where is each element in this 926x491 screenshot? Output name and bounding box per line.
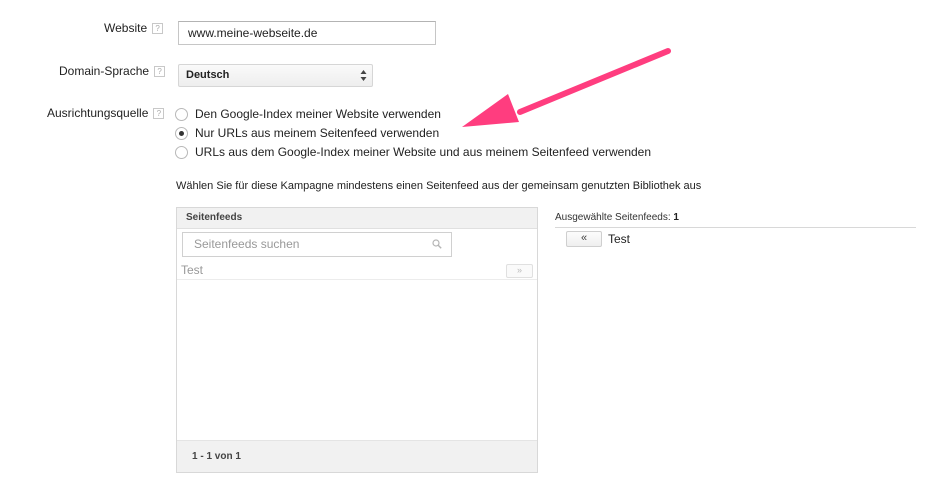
radio-button[interactable] — [175, 146, 188, 159]
help-icon[interactable]: ? — [153, 108, 165, 119]
feed-library-panel: Seitenfeeds Seitenfeeds suchen Test » 1 … — [176, 207, 538, 473]
website-input[interactable]: www.meine-webseite.de — [178, 21, 436, 45]
remove-feed-button[interactable]: « — [566, 230, 602, 247]
select-arrows-icon — [360, 70, 367, 81]
radio-label: Nur URLs aus meinem Seitenfeed verwenden — [195, 126, 440, 140]
feed-instruction-text: Wählen Sie für diese Kampagne mindestens… — [176, 180, 702, 192]
help-icon[interactable]: ? — [152, 23, 164, 34]
selected-feeds-header: Ausgewählte Seitenfeeds: 1 — [555, 212, 916, 228]
add-feed-button[interactable]: » — [506, 264, 533, 278]
help-icon[interactable]: ? — [154, 66, 166, 77]
search-placeholder: Seitenfeeds suchen — [194, 237, 300, 251]
website-label: Website? — [104, 21, 164, 35]
selected-feed-label: Test — [608, 231, 631, 246]
domain-language-label: Domain-Sprache? — [59, 64, 166, 78]
targeting-source-label: Ausrichtungsquelle? — [47, 106, 165, 120]
selected-feeds-count: 1 — [673, 212, 679, 223]
feed-search-input[interactable]: Seitenfeeds suchen — [182, 232, 452, 257]
search-icon — [432, 239, 442, 249]
targeting-option-google-index[interactable]: Den Google-Index meiner Website verwende… — [175, 106, 441, 122]
selected-feeds-label: Ausgewählte Seitenfeeds: — [555, 212, 671, 223]
domain-language-select[interactable]: Deutsch — [178, 64, 373, 87]
feed-library-header: Seitenfeeds — [177, 208, 537, 229]
targeting-option-page-feed-only[interactable]: Nur URLs aus meinem Seitenfeed verwenden — [175, 125, 439, 141]
targeting-settings-page: Website? www.meine-webseite.de Domain-Sp… — [0, 0, 926, 491]
selected-feed-item: « Test — [566, 230, 631, 247]
radio-button[interactable] — [175, 108, 188, 121]
feed-list-item: Test » — [177, 261, 537, 280]
radio-label: URLs aus dem Google-Index meiner Website… — [195, 145, 652, 159]
domain-language-value: Deutsch — [186, 69, 230, 81]
radio-button-checked[interactable] — [175, 127, 188, 140]
radio-label: Den Google-Index meiner Website verwende… — [195, 107, 441, 121]
targeting-option-index-and-feed[interactable]: URLs aus dem Google-Index meiner Website… — [175, 144, 651, 160]
feed-pagination: 1 - 1 von 1 — [177, 440, 537, 472]
feed-item-label: Test — [181, 263, 204, 277]
